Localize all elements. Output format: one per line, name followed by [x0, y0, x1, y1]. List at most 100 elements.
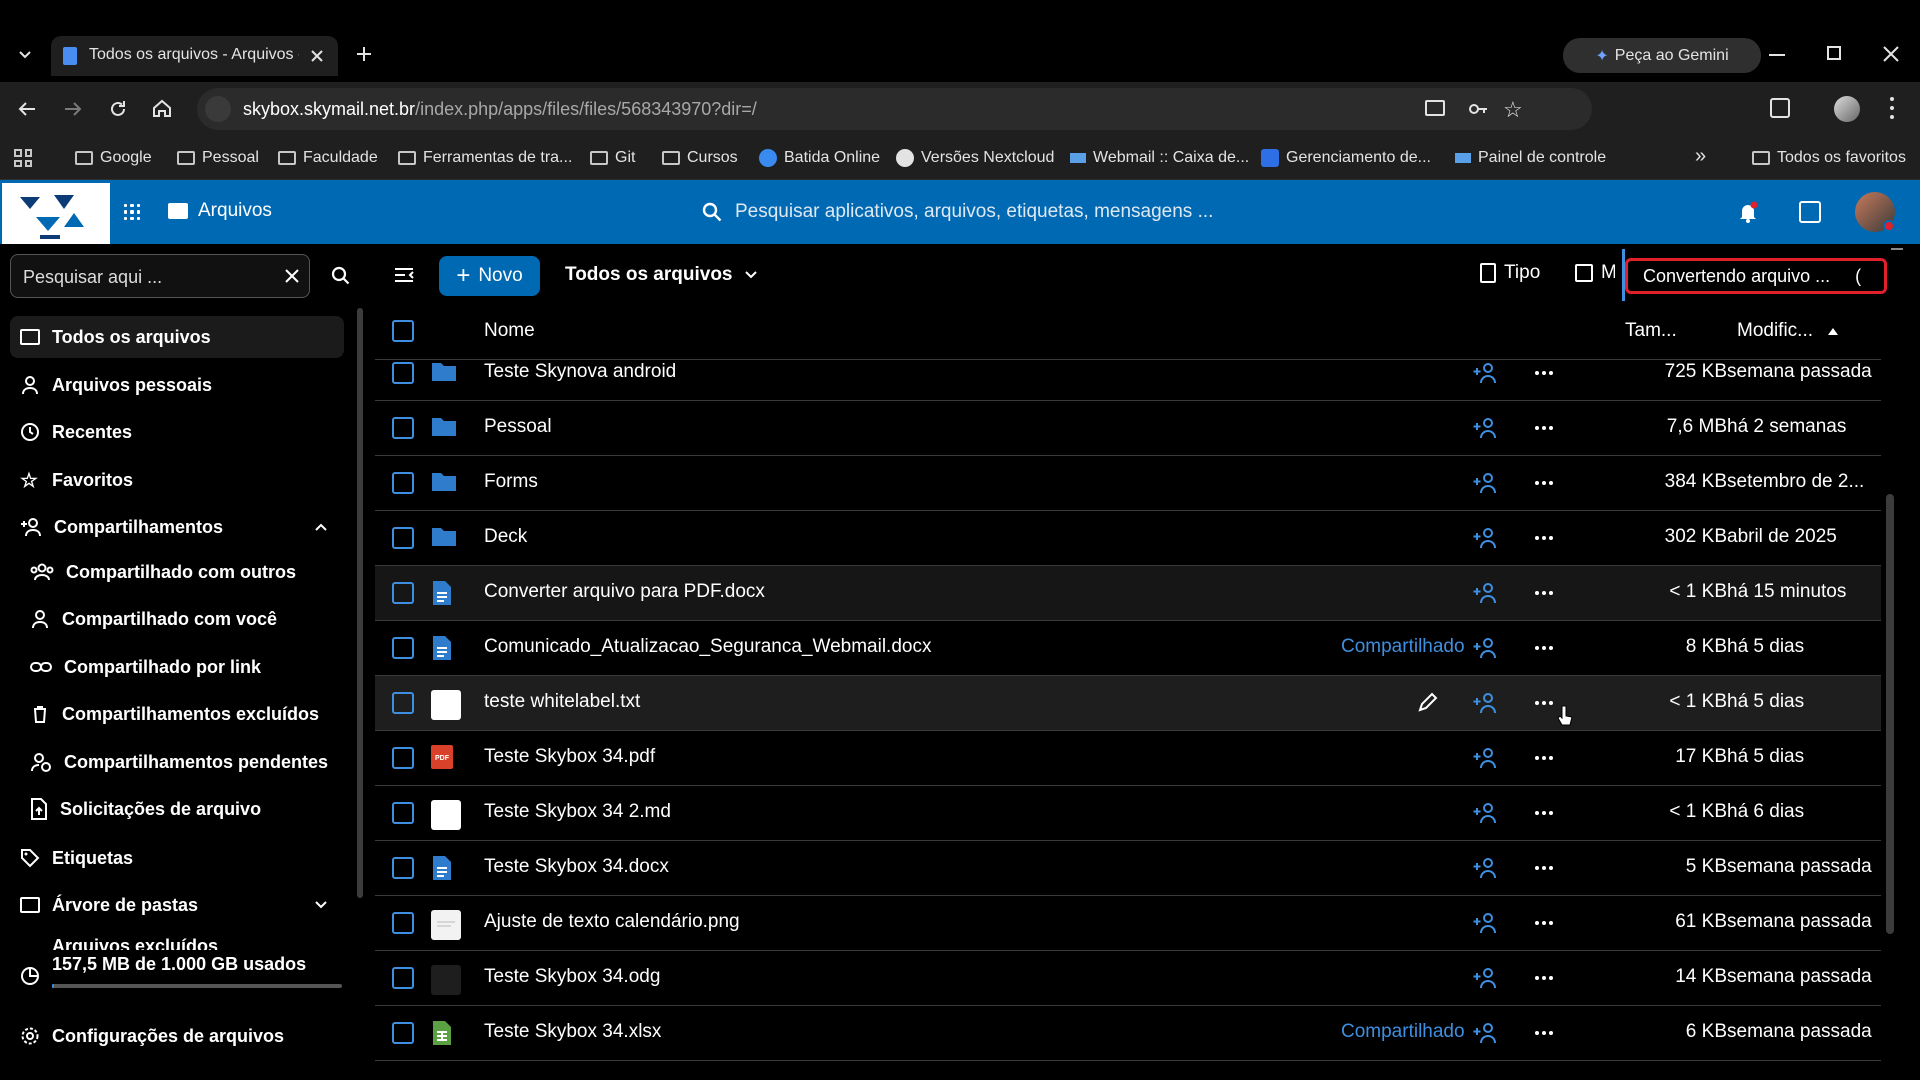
file-name[interactable]: Teste Skybox 34.odg	[484, 966, 660, 988]
home-icon[interactable]	[151, 97, 173, 119]
bookmark-git[interactable]: Git	[590, 145, 635, 171]
share-icon[interactable]	[1473, 692, 1499, 714]
more-actions-icon[interactable]	[1535, 811, 1553, 815]
row-checkbox[interactable]	[392, 692, 414, 714]
toggle-navigation-icon[interactable]	[393, 264, 415, 286]
table-row[interactable]: Teste Skybox 34.odg 14 KB semana passada	[375, 951, 1881, 1006]
nav-item-recent[interactable]: Recentes	[20, 414, 132, 450]
row-checkbox[interactable]	[392, 802, 414, 824]
table-row[interactable]: Pessoal 7,6 MB há 2 semanas	[375, 401, 1881, 456]
app-menu-grid-icon[interactable]	[124, 204, 140, 220]
table-row[interactable]: teste whitelabel.txt < 1 KB há 5 dias	[375, 676, 1881, 731]
more-actions-icon[interactable]	[1535, 976, 1553, 980]
bookmark-ferramentas[interactable]: Ferramentas de tra...	[398, 145, 572, 171]
password-key-icon[interactable]	[1467, 98, 1489, 120]
bookmark-webmail[interactable]: Webmail :: Caixa de...	[1070, 145, 1249, 171]
contacts-icon[interactable]	[1799, 201, 1821, 223]
bookmark-pessoal[interactable]: Pessoal	[177, 145, 259, 171]
content-scrollbar[interactable]	[1886, 494, 1894, 934]
bookmark-gerenciamento[interactable]: Gerenciamento de...	[1261, 145, 1431, 171]
row-checkbox[interactable]	[392, 472, 414, 494]
nav-item-pending-shares[interactable]: Compartilhamentos pendentes	[30, 744, 328, 780]
share-icon[interactable]	[1473, 1022, 1499, 1044]
navigation-filter[interactable]: Pesquisar aqui ...	[10, 254, 310, 298]
more-actions-icon[interactable]	[1535, 591, 1553, 595]
share-icon[interactable]	[1473, 857, 1499, 879]
modified-filter-button[interactable]: Mo	[1575, 262, 1615, 284]
nav-item-personal-files[interactable]: Arquivos pessoais	[20, 367, 212, 403]
share-icon[interactable]	[1473, 582, 1499, 604]
more-actions-icon[interactable]	[1535, 536, 1553, 540]
table-row[interactable]: Teste Skybox 34.docx 5 KB semana passada	[375, 841, 1881, 896]
share-icon[interactable]	[1473, 967, 1499, 989]
more-actions-icon[interactable]	[1535, 481, 1553, 485]
share-icon[interactable]	[1473, 472, 1499, 494]
file-name[interactable]: Ajuste de texto calendário.png	[484, 911, 740, 933]
filter-search-icon[interactable]	[331, 266, 351, 286]
more-actions-icon[interactable]	[1535, 866, 1553, 870]
apps-grid-icon[interactable]	[14, 149, 32, 167]
file-name[interactable]: Comunicado_Atualizacao_Seguranca_Webmail…	[484, 636, 931, 658]
table-row[interactable]: Forms 384 KB setembro de 2...	[375, 456, 1881, 511]
row-checkbox[interactable]	[392, 362, 414, 384]
file-name[interactable]: Teste Skybox 34.xlsx	[484, 1021, 661, 1043]
app-logo[interactable]	[2, 183, 110, 245]
nav-item-favorites[interactable]: ☆ Favoritos	[20, 462, 133, 498]
new-button[interactable]: + Novo	[439, 256, 540, 296]
nav-item-shared-by-link[interactable]: Compartilhado por link	[30, 649, 261, 685]
table-row[interactable]: Ajuste de texto calendário.png 61 KB seman…	[375, 896, 1881, 951]
file-name[interactable]: Pessoal	[484, 416, 552, 438]
more-bookmarks-icon[interactable]: »	[1695, 145, 1706, 168]
bookmark-versoes-nextcloud[interactable]: Versões Nextcloud	[896, 145, 1054, 171]
more-actions-icon[interactable]	[1535, 921, 1553, 925]
select-all-checkbox[interactable]	[392, 320, 414, 342]
nav-item-tags[interactable]: Etiquetas	[20, 840, 133, 876]
nav-item-file-requests[interactable]: Solicitações de arquivo	[30, 791, 261, 827]
column-modified[interactable]: Modific...	[1737, 320, 1839, 342]
nav-scrollbar[interactable]	[357, 308, 363, 898]
share-icon[interactable]	[1473, 362, 1499, 384]
table-row[interactable]: Teste Skybox 34 2.md < 1 KB há 6 dias	[375, 786, 1881, 841]
row-checkbox[interactable]	[392, 747, 414, 769]
all-bookmarks[interactable]: Todos os favoritos	[1752, 145, 1906, 171]
extensions-icon[interactable]	[1770, 98, 1790, 118]
row-checkbox[interactable]	[392, 857, 414, 879]
back-icon[interactable]	[16, 98, 38, 120]
file-name[interactable]: Teste Skybox 34.pdf	[484, 746, 655, 768]
row-checkbox[interactable]	[392, 417, 414, 439]
table-row[interactable]: Converter arquivo para PDF.docx < 1 KB há …	[375, 566, 1881, 621]
bookmark-google[interactable]: Google	[75, 145, 152, 171]
nav-item-folder-tree[interactable]: Árvore de pastas	[20, 887, 198, 923]
file-name[interactable]: Deck	[484, 526, 527, 548]
more-actions-icon[interactable]	[1535, 426, 1553, 430]
row-checkbox[interactable]	[392, 1022, 414, 1044]
table-row[interactable]: Deck 302 KB abril de 2025	[375, 511, 1881, 566]
new-tab-icon[interactable]	[354, 44, 374, 64]
row-checkbox[interactable]	[392, 967, 414, 989]
clear-filter-icon[interactable]	[283, 267, 301, 285]
nav-item-deleted-shares[interactable]: Compartilhamentos excluídos	[30, 696, 319, 732]
expand-folder-tree-icon[interactable]	[313, 897, 329, 913]
bookmark-cursos[interactable]: Cursos	[662, 145, 738, 171]
row-checkbox[interactable]	[392, 527, 414, 549]
collapse-shares-icon[interactable]	[313, 519, 329, 535]
more-actions-icon[interactable]	[1535, 756, 1553, 760]
more-actions-icon[interactable]	[1535, 371, 1553, 375]
file-name[interactable]: Forms	[484, 471, 538, 493]
tab-list-button[interactable]	[14, 43, 36, 65]
edit-pencil-icon[interactable]	[1417, 691, 1439, 713]
close-tab-icon[interactable]	[307, 46, 327, 66]
column-size[interactable]: Tam...	[1625, 320, 1677, 342]
table-row[interactable]: Comunicado_Atualizacao_Seguranca_Webmail…	[375, 621, 1881, 676]
row-checkbox[interactable]	[392, 637, 414, 659]
share-icon[interactable]	[1473, 417, 1499, 439]
shared-label[interactable]: Compartilhado	[1341, 636, 1465, 658]
reload-icon[interactable]	[107, 98, 129, 120]
bookmark-star-icon[interactable]: ☆	[1503, 97, 1523, 123]
site-info-icon[interactable]	[205, 96, 231, 122]
bookmark-batida-online[interactable]: Batida Online	[759, 145, 880, 171]
url-field[interactable]: skybox.skymail.net.br/index.php/apps/fil…	[197, 88, 1592, 130]
forward-icon[interactable]	[62, 98, 84, 120]
row-checkbox[interactable]	[392, 912, 414, 934]
share-icon[interactable]	[1473, 747, 1499, 769]
